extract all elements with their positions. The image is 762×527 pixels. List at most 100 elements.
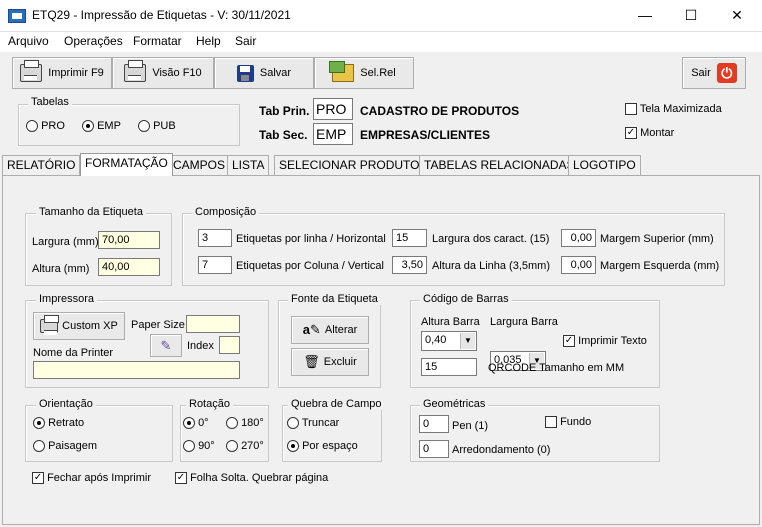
largura-barra-label: Largura Barra (490, 316, 558, 328)
radio-emp[interactable]: EMP (82, 120, 121, 133)
etq-por-linha-input[interactable]: 3 (198, 229, 232, 247)
largura-caract-input[interactable]: 15 (392, 229, 427, 247)
save-button[interactable]: Salvar (214, 57, 314, 89)
radio-rot-90[interactable]: 90° (183, 440, 215, 453)
radio-emp-circle[interactable] (82, 120, 94, 133)
radio-rot-180-circle[interactable] (226, 417, 238, 430)
largura-caract-label: Largura dos caract. (15) (432, 233, 550, 245)
power-icon: ⏻ (716, 63, 737, 83)
edit-printer-button[interactable]: ✎ (150, 334, 182, 357)
printer-preview-icon (124, 60, 147, 82)
tab-logotipo[interactable]: LOGOTIPO (568, 155, 641, 175)
radio-retrato[interactable]: Retrato (33, 417, 84, 430)
tela-maximizada-box[interactable] (625, 103, 637, 116)
folha-box[interactable]: ✓ (175, 472, 187, 485)
altura-barra-select[interactable]: 0,40 ▼ (421, 331, 477, 351)
maximize-button[interactable]: ☐ (668, 0, 714, 31)
tab-formatacao[interactable]: FORMATAÇÃO (80, 153, 173, 176)
menu-formatar[interactable]: Formatar (133, 34, 182, 48)
radio-rot-180[interactable]: 180° (226, 417, 264, 430)
print-button[interactable]: Imprimir F9 (12, 57, 112, 89)
paper-size-input[interactable] (186, 315, 240, 333)
altura-linha-input[interactable]: 3,50 (392, 256, 427, 274)
montar-box[interactable]: ✓ (625, 127, 637, 140)
tab-sec-label: Tab Sec. (259, 128, 308, 142)
radio-pro-circle[interactable] (26, 120, 38, 133)
menu-help[interactable]: Help (196, 34, 221, 48)
radio-por-espaco-circle[interactable] (287, 440, 299, 453)
radio-truncar[interactable]: Truncar (287, 417, 339, 430)
radio-rot-0[interactable]: 0° (183, 417, 209, 430)
radio-pub[interactable]: PUB (138, 120, 176, 133)
fechar-apos-imprimir-checkbox[interactable]: ✓ Fechar após Imprimir (32, 472, 151, 485)
printer-icon (40, 315, 60, 335)
quebra-group (282, 405, 382, 462)
trash-icon: 🗑 (303, 354, 320, 369)
radio-paisagem-circle[interactable] (33, 440, 45, 453)
selrel-button[interactable]: Sel.Rel (314, 57, 414, 89)
window-title: ETQ29 - Impressão de Etiquetas - V: 30/1… (32, 8, 291, 22)
tela-maximizada-checkbox[interactable]: Tela Maximizada (625, 103, 722, 116)
minimize-button[interactable]: — (622, 0, 668, 31)
menu-arquivo[interactable]: Arquivo (8, 34, 49, 48)
largura-label: Largura (mm) (32, 236, 99, 248)
index-input[interactable] (219, 336, 240, 354)
floppy-disk-icon (236, 64, 254, 82)
tab-tabelas-relacionadas[interactable]: TABELAS RELACIONADAS (419, 155, 580, 175)
preview-button[interactable]: Visão F10 (112, 57, 214, 89)
tab-selecionar-produtos[interactable]: SELECIONAR PRODUTOS (274, 155, 433, 175)
arredondamento-label: Arredondamento (0) (452, 444, 551, 456)
imprimir-texto-box[interactable]: ✓ (563, 335, 575, 348)
radio-pub-circle[interactable] (138, 120, 150, 133)
app-icon (8, 9, 26, 23)
radio-rot-90-circle[interactable] (183, 440, 195, 453)
tab-prin-desc: CADASTRO DE PRODUTOS (360, 104, 520, 118)
tab-campos[interactable]: CAMPOS (168, 155, 231, 175)
montar-checkbox[interactable]: ✓ Montar (625, 127, 674, 140)
radio-por-espaco[interactable]: Por espaço (287, 440, 358, 453)
radio-rot-0-circle[interactable] (183, 417, 195, 430)
radio-rot-270[interactable]: 270° (226, 440, 264, 453)
radio-rot-270-circle[interactable] (226, 440, 238, 453)
radio-retrato-circle[interactable] (33, 417, 45, 430)
folha-solta-checkbox[interactable]: ✓ Folha Solta. Quebrar página (175, 472, 328, 485)
folders-icon (329, 61, 355, 82)
fundo-box[interactable] (545, 416, 557, 429)
menu-sair[interactable]: Sair (235, 34, 256, 48)
imprimir-texto-checkbox[interactable]: ✓ Imprimir Texto (563, 335, 647, 348)
qrcode-label: QRCODE Tamanho em MM (488, 362, 625, 374)
printer-name-input[interactable] (33, 361, 240, 379)
pen-input[interactable]: 0 (419, 415, 449, 433)
alterar-font-button[interactable]: a✎ Alterar (291, 316, 369, 344)
margem-esq-label: Margem Esquerda (mm) (600, 260, 720, 272)
barras-label: Código de Barras (420, 293, 512, 305)
arredondamento-input[interactable]: 0 (419, 440, 449, 458)
custom-xp-button[interactable]: Custom XP (33, 312, 125, 340)
radio-pro[interactable]: PRO (26, 120, 65, 133)
fechar-box[interactable]: ✓ (32, 472, 44, 485)
tab-sec-input[interactable]: EMP (313, 123, 353, 145)
tab-lista[interactable]: LISTA (227, 155, 270, 175)
qrcode-input[interactable]: 15 (421, 358, 477, 376)
composicao-group (182, 213, 725, 286)
pencil-icon: ✎ (160, 337, 172, 353)
largura-input[interactable]: 70,00 (98, 231, 160, 249)
tab-relatorio[interactable]: RELATÓRIO (2, 155, 81, 175)
margem-sup-input[interactable]: 0,00 (561, 229, 596, 247)
excluir-font-button[interactable]: 🗑 Excluir (291, 348, 369, 376)
orientacao-label: Orientação (36, 398, 96, 410)
radio-truncar-circle[interactable] (287, 417, 299, 430)
close-button[interactable]: ✕ (714, 0, 760, 31)
chevron-down-icon[interactable]: ▼ (460, 333, 475, 349)
tab-prin-label: Tab Prin. (259, 104, 310, 118)
tab-prin-input[interactable]: PRO (313, 98, 353, 120)
fundo-checkbox[interactable]: Fundo (545, 416, 591, 429)
exit-button[interactable]: Sair ⏻ (682, 57, 746, 89)
radio-paisagem[interactable]: Paisagem (33, 440, 97, 453)
geometricas-label: Geométricas (420, 398, 489, 410)
menu-operacoes[interactable]: Operações (64, 34, 123, 48)
altura-input[interactable]: 40,00 (98, 258, 160, 276)
pen-label: Pen (1) (452, 420, 489, 432)
margem-esq-input[interactable]: 0,00 (561, 256, 596, 274)
etq-por-coluna-input[interactable]: 7 (198, 256, 232, 274)
